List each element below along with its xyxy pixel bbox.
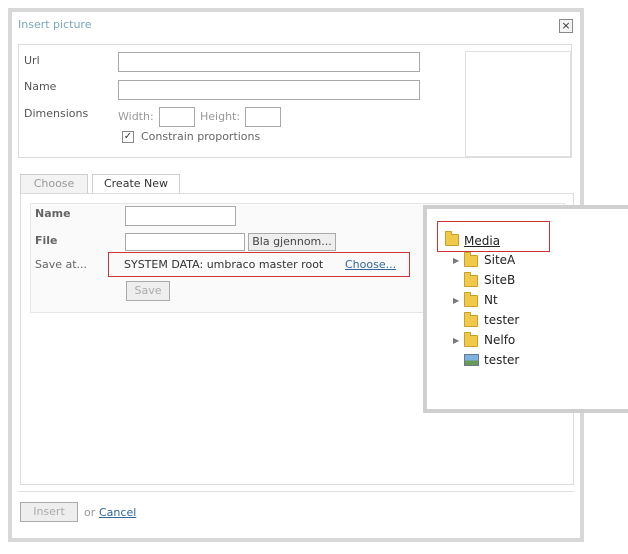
tree-item-sitea[interactable]: SiteA: [484, 253, 515, 267]
name-label: Name: [24, 80, 57, 93]
browse-button[interactable]: Bla gjennom...: [248, 233, 336, 251]
expand-arrow-icon[interactable]: ▶: [453, 256, 459, 265]
url-label: Url: [24, 54, 40, 67]
tree-item-tester-folder[interactable]: tester: [484, 313, 519, 327]
folder-icon: [464, 252, 478, 267]
save-button[interactable]: Save: [126, 281, 170, 301]
tree-item-tester-image[interactable]: tester: [484, 353, 519, 367]
tree-item-nt[interactable]: Nt: [484, 293, 498, 307]
tree-item-media-root[interactable]: Media: [464, 234, 500, 248]
dialog-title: Insert picture: [18, 18, 92, 31]
tab-choose[interactable]: Choose: [20, 174, 88, 194]
file-label: File: [35, 234, 58, 247]
tree-item-siteb[interactable]: SiteB: [484, 273, 515, 287]
save-location-value: SYSTEM DATA: umbraco master root: [124, 258, 324, 271]
save-at-label: Save at...: [35, 258, 88, 271]
height-input[interactable]: [245, 107, 281, 127]
constrain-proportions-checkbox[interactable]: ✓: [122, 131, 134, 143]
tree-item-nelfo[interactable]: Nelfo: [484, 333, 515, 347]
url-input[interactable]: [118, 52, 420, 72]
new-name-label: Name: [35, 207, 71, 220]
dimensions-label: Dimensions: [24, 107, 89, 120]
width-label: Width:: [118, 110, 154, 123]
folder-icon: [464, 292, 478, 307]
cancel-link[interactable]: Cancel: [99, 506, 136, 519]
folder-icon: [464, 312, 478, 327]
folder-icon: [464, 332, 478, 347]
expand-arrow-icon[interactable]: ▶: [453, 296, 459, 305]
folder-icon: [464, 272, 478, 287]
image-preview: [465, 51, 571, 157]
choose-location-link[interactable]: Choose...: [345, 258, 396, 271]
insert-button[interactable]: Insert: [20, 502, 78, 522]
width-input[interactable]: [159, 107, 195, 127]
expand-arrow-icon[interactable]: ▶: [453, 336, 459, 345]
folder-icon: [445, 231, 459, 246]
name-input[interactable]: [118, 80, 420, 100]
height-label: Height:: [200, 110, 241, 123]
file-input[interactable]: [125, 233, 245, 251]
image-icon: [464, 354, 479, 366]
footer-divider: [18, 491, 574, 492]
constrain-proportions-label: Constrain proportions: [141, 130, 261, 143]
close-button[interactable]: ×: [559, 19, 573, 33]
or-label: or: [84, 506, 96, 519]
tab-create-new[interactable]: Create New: [92, 174, 180, 195]
new-name-input[interactable]: [125, 206, 236, 226]
